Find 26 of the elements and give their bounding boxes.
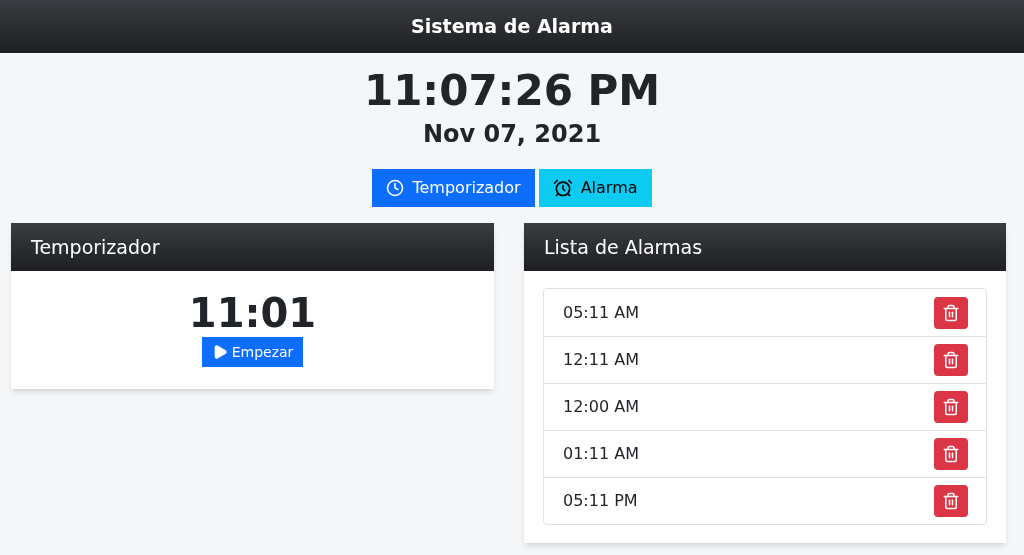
clock-icon <box>386 179 405 197</box>
trash-icon <box>942 351 960 369</box>
clock-date: Nov 07, 2021 <box>422 119 602 149</box>
start-button[interactable]: Empezar <box>201 337 304 367</box>
timer-value: 11:01 <box>188 289 317 337</box>
delete-button[interactable] <box>934 485 968 517</box>
trash-icon <box>942 445 960 463</box>
delete-button[interactable] <box>934 391 968 423</box>
delete-button[interactable] <box>934 296 968 329</box>
alarm-time: 12:11 AM <box>563 349 639 371</box>
app-title: Sistema de Alarma <box>411 14 613 40</box>
alarm-time: 05:11 AM <box>563 301 639 324</box>
delete-button[interactable] <box>934 438 968 470</box>
alarm-clock-icon <box>552 178 573 198</box>
trash-icon <box>942 398 960 416</box>
card-title: Temporizador <box>31 234 160 260</box>
clock-time: 11:07:26 PM <box>363 65 661 117</box>
trash-icon <box>942 303 960 322</box>
mode-button[interactable]: Temporizador <box>372 169 535 207</box>
mode-button[interactable]: Alarma <box>538 169 652 207</box>
alarm-time: 01:11 AM <box>563 443 639 465</box>
card-title: Lista de Alarmas <box>544 234 703 260</box>
alarm-time: 12:00 AM <box>563 396 639 418</box>
trash-icon <box>942 492 960 510</box>
alarm-time: 05:11 PM <box>563 490 638 512</box>
delete-button[interactable] <box>934 344 968 376</box>
